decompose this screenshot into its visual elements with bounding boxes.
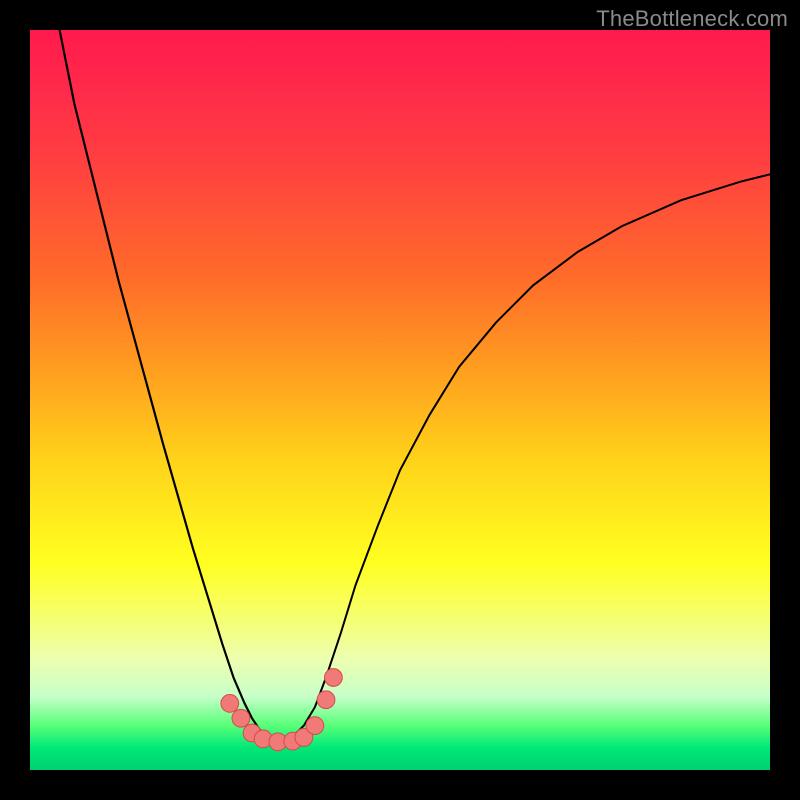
data-marker [306, 717, 324, 735]
curve-right [282, 174, 770, 742]
curve-left [60, 30, 282, 742]
chart-frame: TheBottleneck.com [0, 0, 800, 800]
plot-area [30, 30, 770, 770]
curve-left-group [60, 30, 282, 742]
data-marker [317, 691, 335, 709]
data-marker [221, 695, 239, 713]
chart-svg [30, 30, 770, 770]
data-marker [325, 669, 343, 687]
curve-right-group [282, 174, 770, 742]
watermark-text: TheBottleneck.com [596, 6, 788, 32]
data-marker [232, 709, 250, 727]
